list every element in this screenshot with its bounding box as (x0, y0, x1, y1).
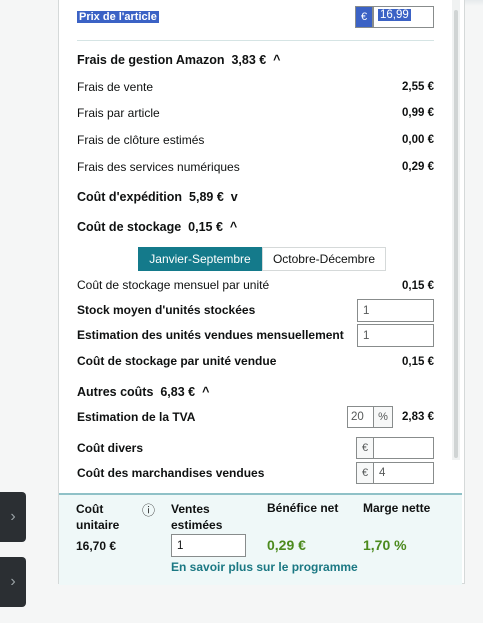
scrollbar-thumb[interactable] (454, 10, 458, 458)
vat-label: Estimation de la TVA (77, 410, 196, 424)
cogs-currency-prefix: € (356, 462, 374, 484)
estimated-sales-label: Ventes estimées (171, 502, 223, 532)
chevron-right-icon: › (10, 573, 16, 590)
chevron-up-icon[interactable]: ^ (202, 385, 209, 399)
avg-stock-input[interactable] (357, 299, 434, 322)
misc-currency-prefix: € (356, 437, 374, 459)
storage-cost-total: 0,15 € (188, 220, 223, 234)
fee-label-per-item: Frais par article (77, 106, 160, 120)
amazon-fees-total: 3,83 € (231, 53, 267, 67)
info-icon[interactable]: ⓘ (142, 500, 155, 519)
fee-label-digital: Frais des services numériques (77, 160, 240, 174)
estimated-sales-input[interactable] (171, 534, 246, 557)
fee-label-selling: Frais de vente (77, 80, 154, 94)
amazon-fees-header[interactable]: Frais de gestion Amazon 3,83 € ^ (77, 53, 280, 67)
fee-value-digital: 0,29 € (402, 161, 434, 173)
storage-period-tabs: Janvier-Septembre Octobre-Décembre (138, 247, 386, 271)
net-margin-value: 1,70 % (363, 537, 407, 553)
vat-value: 2,83 € (402, 411, 434, 423)
monthly-storage-label: Coût de stockage mensuel par unité (77, 278, 270, 292)
unit-cost-value: 16,70 € (76, 539, 117, 553)
fee-label-closing: Frais de clôture estimés (77, 133, 205, 147)
storage-per-unit-label: Coût de stockage par unité vendue (77, 354, 277, 368)
misc-cost-input[interactable] (373, 437, 434, 459)
price-input[interactable]: 16,99 (373, 6, 434, 28)
unit-cost-label: Coût unitaire (76, 502, 120, 532)
avg-stock-label: Stock moyen d'unités stockées (77, 303, 256, 317)
fee-value-per-item: 0,99 € (402, 107, 434, 119)
net-margin-label: Marge nette (363, 501, 431, 515)
other-costs-header[interactable]: Autres coûts 6,83 € ^ (77, 385, 209, 399)
fee-value-selling: 2,55 € (402, 81, 434, 93)
percent-suffix: % (373, 406, 393, 428)
chevron-up-icon[interactable]: ^ (230, 220, 237, 234)
cogs-label: Coût des marchandises vendues (77, 466, 265, 480)
shipping-cost-header[interactable]: Coût d'expédition 5,89 € v (77, 190, 238, 204)
storage-cost-header[interactable]: Coût de stockage 0,15 € ^ (77, 220, 237, 234)
est-sold-label: Estimation des unités vendues mensuellem… (77, 328, 344, 342)
divider (77, 40, 434, 41)
side-expand-button-top[interactable]: › (0, 492, 26, 542)
est-sold-input[interactable] (357, 324, 434, 347)
tab-january-september[interactable]: Janvier-Septembre (138, 247, 262, 271)
chevron-down-icon[interactable]: v (231, 190, 238, 204)
monthly-storage-value: 0,15 € (402, 280, 434, 292)
price-label: Prix de l'article (77, 11, 159, 23)
net-profit-value: 0,29 € (267, 537, 306, 553)
other-costs-total: 6,83 € (160, 385, 196, 399)
fee-value-closing: 0,00 € (402, 134, 434, 146)
chevron-right-icon: › (10, 508, 16, 525)
storage-per-unit-value: 0,15 € (402, 356, 434, 368)
shipping-cost-total: 5,89 € (189, 190, 224, 204)
misc-cost-label: Coût divers (77, 441, 144, 455)
tab-october-december[interactable]: Octobre-Décembre (262, 247, 386, 271)
chevron-up-icon[interactable]: ^ (273, 53, 280, 67)
vat-rate-input[interactable] (347, 406, 374, 428)
side-expand-button-bottom[interactable]: › (0, 557, 26, 607)
price-currency-prefix: € (355, 6, 373, 28)
net-profit-label: Bénéfice net (267, 501, 339, 515)
learn-more-link[interactable]: En savoir plus sur le programme (171, 560, 358, 574)
cogs-input[interactable] (373, 462, 434, 484)
